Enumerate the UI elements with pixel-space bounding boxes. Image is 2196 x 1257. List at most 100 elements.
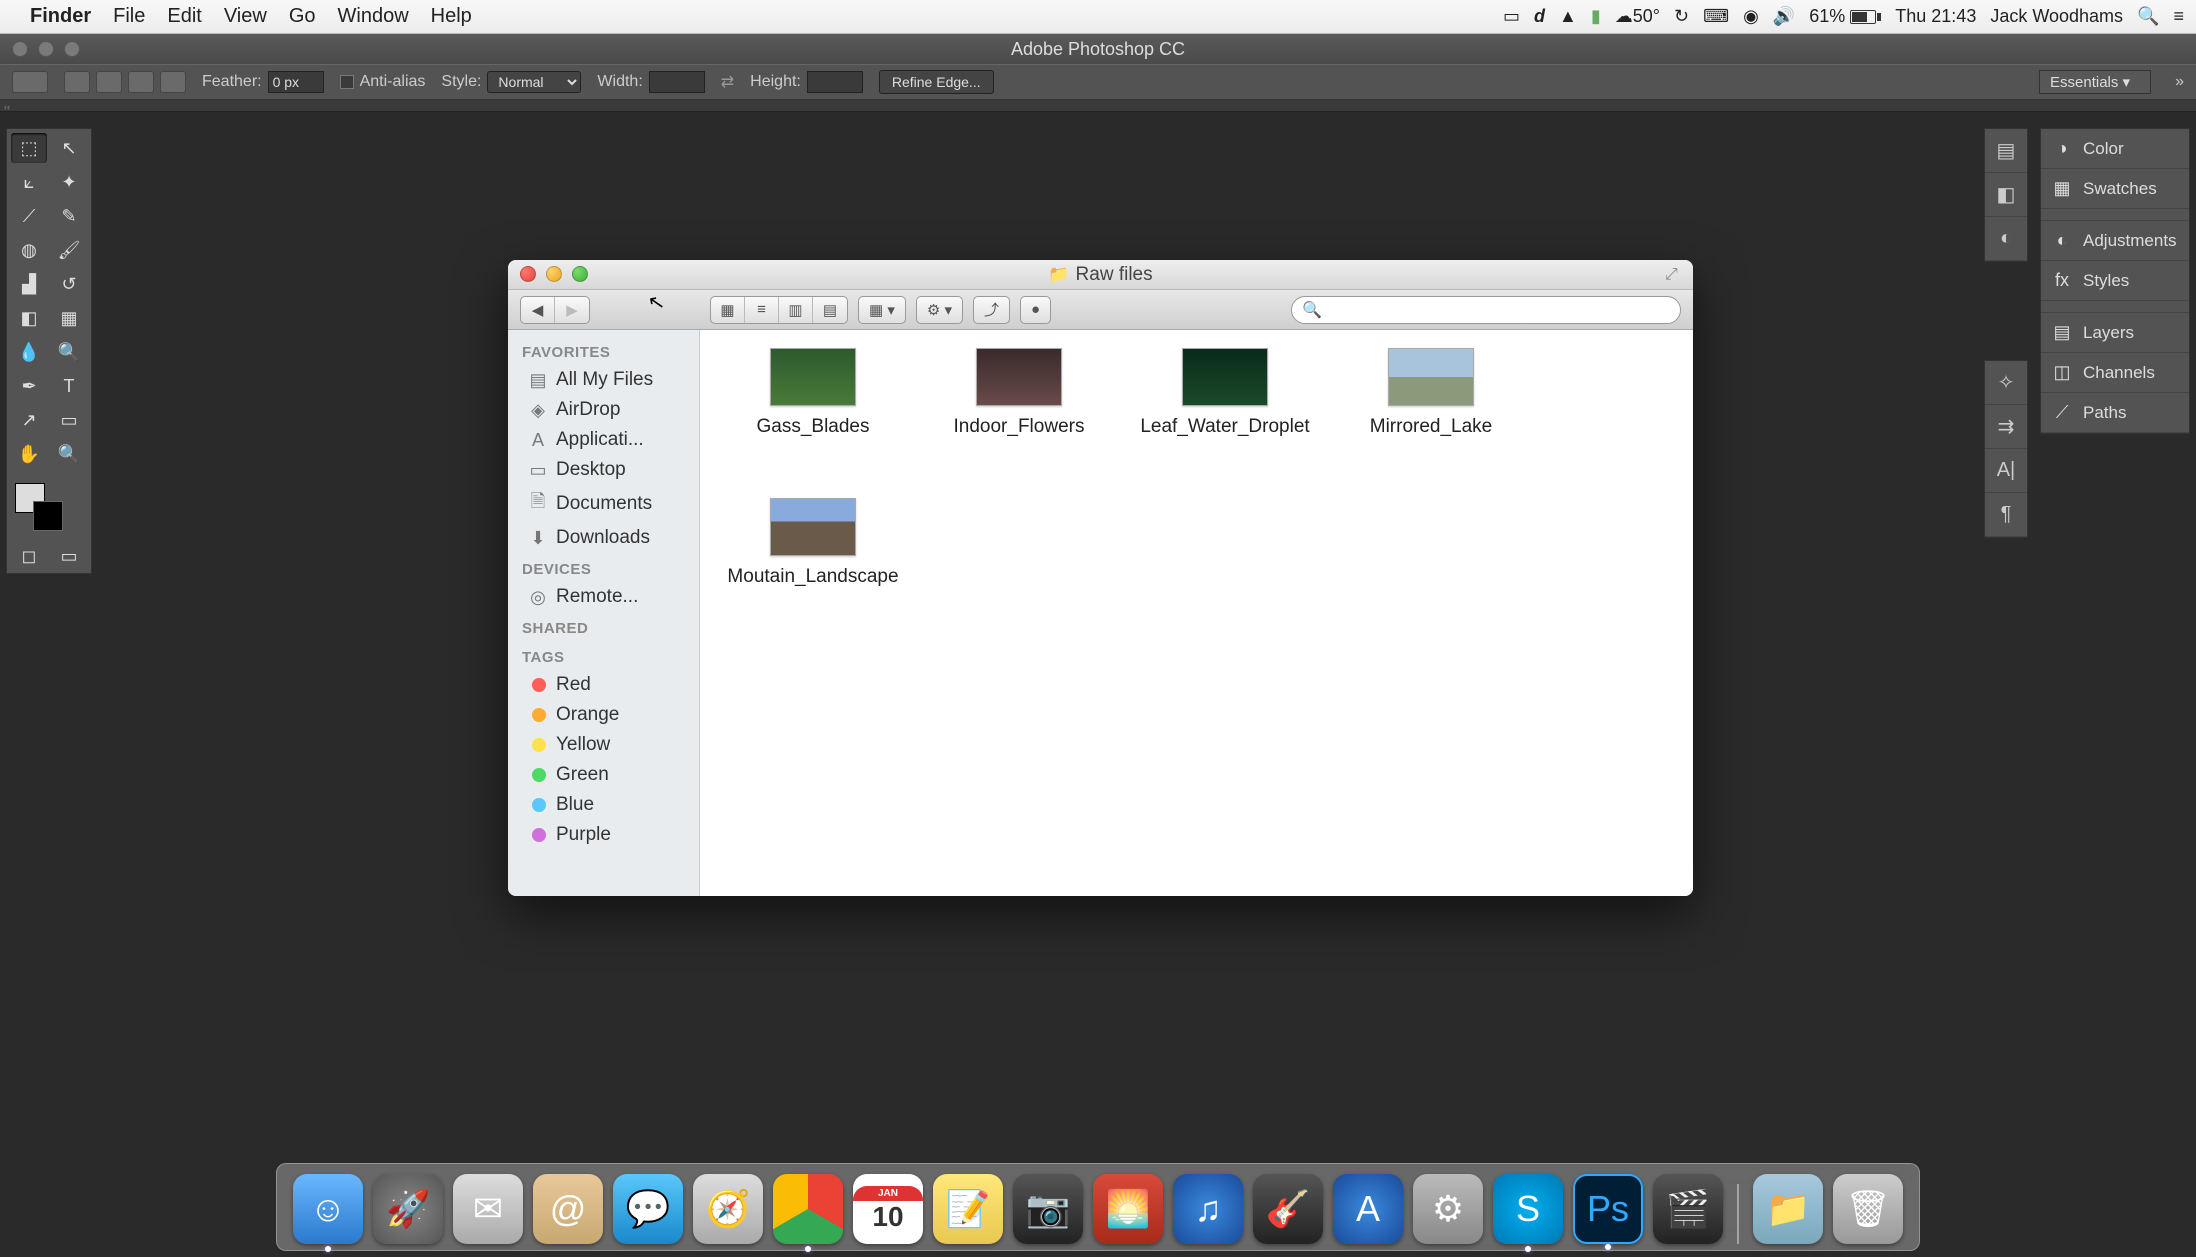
tags-button[interactable]: ● [1020, 296, 1051, 324]
dock-app-launchpad[interactable]: 🚀 [373, 1174, 443, 1244]
dock-app-iphoto[interactable]: 🌅 [1093, 1174, 1163, 1244]
marquee-tool-icon[interactable]: ⬚ [11, 133, 47, 163]
panel-paths[interactable]: ⟋Paths [2041, 393, 2189, 433]
screenmode-icon[interactable]: ▭ [53, 543, 85, 569]
dock-app-finder[interactable]: ☺ [293, 1174, 363, 1244]
menu-edit[interactable]: Edit [167, 5, 201, 28]
tool-preset-icon[interactable] [12, 71, 48, 93]
panel-handle[interactable]: ‹‹ [0, 100, 2196, 112]
file-item[interactable]: Leaf_Water_Droplet [1122, 348, 1328, 498]
height-input[interactable] [807, 71, 863, 93]
active-app-name[interactable]: Finder [30, 5, 91, 28]
sidebar-tag[interactable]: Green [508, 760, 699, 790]
sidebar-item[interactable]: ◎Remote... [508, 582, 699, 612]
minimize-button[interactable] [546, 266, 562, 282]
bluetooth-icon[interactable]: ⌨ [1703, 6, 1729, 27]
dock-app-notes[interactable]: 📝 [933, 1174, 1003, 1244]
finder-titlebar[interactable]: 📁 Raw files ⤢ [508, 260, 1693, 290]
dock-app-garageband[interactable]: 🎸 [1253, 1174, 1323, 1244]
workspace-switcher[interactable]: Essentials ▾ [2039, 70, 2151, 94]
sidebar-tag[interactable]: Red [508, 670, 699, 700]
file-item[interactable]: Mirrored_Lake [1328, 348, 1534, 498]
character-icon[interactable]: A| [1985, 449, 2027, 493]
battery-menulet-icon[interactable]: ▮ [1591, 6, 1601, 27]
dock-downloads[interactable]: 📁 [1753, 1174, 1823, 1244]
dock-app-settings[interactable]: ⚙ [1413, 1174, 1483, 1244]
menu-window[interactable]: Window [338, 5, 409, 28]
dock-app-skype[interactable]: S [1493, 1174, 1563, 1244]
panel-styles[interactable]: fxStyles [2041, 261, 2189, 301]
file-item[interactable]: Gass_Blades [710, 348, 916, 498]
history-brush-tool-icon[interactable]: ↺ [51, 269, 87, 299]
panel-channels[interactable]: ◫Channels [2041, 353, 2189, 393]
dock-app-imovie[interactable]: 🎬 [1653, 1174, 1723, 1244]
type-tool-icon[interactable]: T [51, 371, 87, 401]
dock-app-safari[interactable]: 🧭 [693, 1174, 763, 1244]
dock-app-itunes[interactable]: ♫ [1173, 1174, 1243, 1244]
dock-app-chrome[interactable] [773, 1174, 843, 1244]
intersect-selection-icon[interactable] [160, 71, 186, 93]
new-selection-icon[interactable] [64, 71, 90, 93]
column-view-button[interactable]: ▥ [779, 297, 813, 323]
path-select-tool-icon[interactable]: ↗ [11, 405, 47, 435]
zoom-tool-icon[interactable]: 🔍 [51, 439, 87, 469]
healing-brush-tool-icon[interactable]: ◍ [11, 235, 47, 265]
forward-button[interactable]: ▶ [555, 297, 589, 323]
sidebar-item[interactable]: ▤All My Files [508, 365, 699, 395]
add-selection-icon[interactable] [96, 71, 122, 93]
wifi-icon[interactable]: ◉ [1743, 6, 1759, 27]
sidebar-tag[interactable]: Blue [508, 790, 699, 820]
sidebar-item[interactable]: ⬇Downloads [508, 523, 699, 553]
d-icon[interactable]: d [1534, 6, 1545, 27]
panel-menu-icon[interactable]: » [2175, 73, 2184, 91]
lasso-tool-icon[interactable]: ⟀ [11, 167, 47, 197]
volume-icon[interactable]: 🔊 [1773, 6, 1795, 27]
menu-help[interactable]: Help [431, 5, 472, 28]
panel-adjustments[interactable]: ◐Adjustments [2041, 221, 2189, 261]
arrange-button[interactable]: ▦ ▾ [858, 296, 906, 324]
timemachine-icon[interactable]: ↻ [1674, 6, 1689, 27]
battery-percentage[interactable]: 61% [1809, 6, 1881, 27]
close-button[interactable] [12, 41, 28, 57]
sidebar-item[interactable]: 🗎Documents [508, 485, 699, 523]
clock[interactable]: Thu 21:43 [1895, 6, 1976, 27]
dock-app-messages[interactable]: 💬 [613, 1174, 683, 1244]
hand-tool-icon[interactable]: ✋ [11, 439, 47, 469]
search-input[interactable] [1328, 301, 1670, 319]
blur-tool-icon[interactable]: 💧 [11, 337, 47, 367]
magic-wand-tool-icon[interactable]: ✦ [51, 167, 87, 197]
rectangle-tool-icon[interactable]: ▭ [51, 405, 87, 435]
antialias-checkbox[interactable] [340, 75, 354, 89]
clone-src-icon[interactable]: ⇉ [1985, 405, 2027, 449]
temperature-readout[interactable]: ☁ 50° [1615, 6, 1660, 27]
menu-view[interactable]: View [224, 5, 267, 28]
info-icon[interactable]: ◐ [1985, 217, 2027, 261]
dock-app-photoshop[interactable]: Ps [1573, 1174, 1643, 1244]
sidebar-tag[interactable]: Orange [508, 700, 699, 730]
subtract-selection-icon[interactable] [128, 71, 154, 93]
back-button[interactable]: ◀ [521, 297, 555, 323]
dock-app-contacts[interactable]: @ [533, 1174, 603, 1244]
feather-input[interactable] [268, 71, 324, 93]
dodge-tool-icon[interactable]: 🔍 [51, 337, 87, 367]
gradient-tool-icon[interactable]: ▦ [51, 303, 87, 333]
menu-file[interactable]: File [113, 5, 145, 28]
quickmask-icon[interactable]: ◻ [13, 543, 45, 569]
zoom-button[interactable] [64, 41, 80, 57]
sidebar-item[interactable]: ◈AirDrop [508, 395, 699, 425]
dock-app-mail[interactable]: ✉ [453, 1174, 523, 1244]
color-swatches[interactable] [11, 479, 87, 535]
width-input[interactable] [649, 71, 705, 93]
dock-app-calendar[interactable]: JAN10 [853, 1174, 923, 1244]
brushes-icon[interactable]: ✧ [1985, 361, 2027, 405]
move-tool-icon[interactable]: ↖ [51, 133, 87, 163]
navigator-icon[interactable]: ◧ [1985, 173, 2027, 217]
menu-go[interactable]: Go [289, 5, 316, 28]
eraser-tool-icon[interactable]: ◧ [11, 303, 47, 333]
file-item[interactable]: Moutain_Landscape [710, 498, 916, 648]
eyedropper-tool-icon[interactable]: ✎ [51, 201, 87, 231]
refine-edge-button[interactable]: Refine Edge... [879, 70, 994, 94]
panel-swatches[interactable]: ▦Swatches [2041, 169, 2189, 209]
swap-icon[interactable]: ⇄ [721, 72, 734, 92]
spotlight-icon[interactable]: 🔍 [2137, 6, 2159, 27]
